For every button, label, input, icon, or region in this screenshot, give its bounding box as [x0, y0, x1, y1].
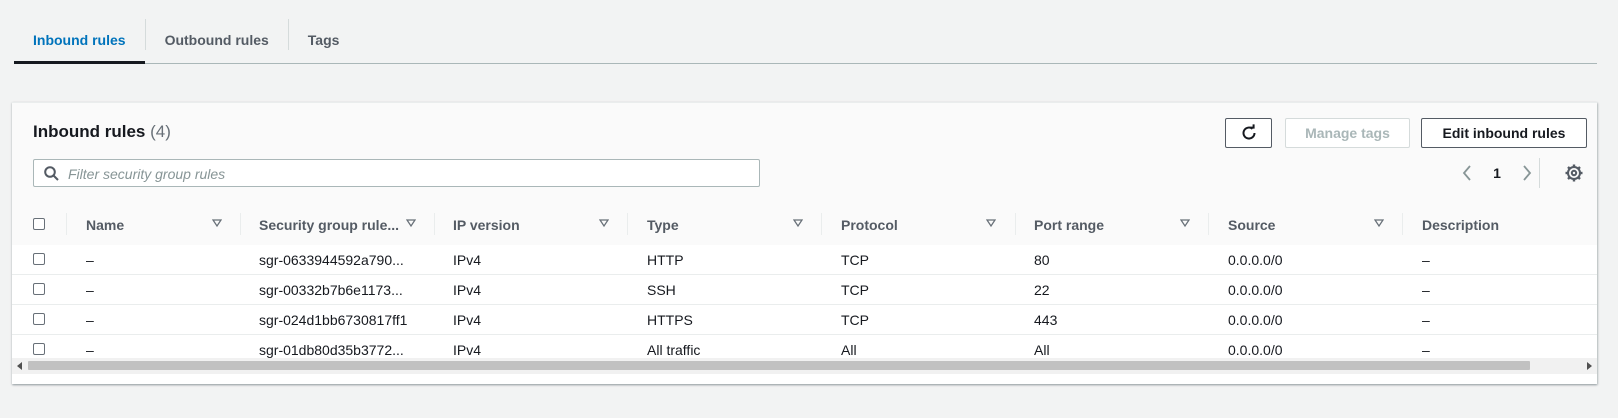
column-header-protocol[interactable]: Protocol	[841, 204, 898, 245]
column-header-name[interactable]: Name	[86, 204, 124, 245]
row-checkbox[interactable]	[33, 253, 45, 265]
column-header-description[interactable]: Description	[1422, 204, 1499, 245]
column-divider	[627, 213, 628, 235]
scroll-right-button[interactable]	[1581, 358, 1597, 374]
gear-icon[interactable]	[1565, 164, 1583, 182]
cell-description: –	[1422, 281, 1430, 298]
table-row[interactable]: – sgr-00332b7b6e1173... IPv4 SSH TCP 22 …	[12, 275, 1597, 305]
refresh-icon	[1242, 124, 1256, 140]
cell-type: SSH	[647, 281, 676, 298]
column-header-port-range[interactable]: Port range	[1034, 204, 1104, 245]
cell-description: –	[1422, 251, 1430, 268]
cell-protocol: TCP	[841, 251, 869, 268]
column-header-ip-version[interactable]: IP version	[453, 204, 520, 245]
column-divider	[434, 213, 435, 235]
cell-name: –	[86, 281, 94, 298]
sort-icon[interactable]	[793, 218, 803, 228]
cell-name: –	[86, 251, 94, 268]
column-divider	[1015, 213, 1016, 235]
sort-icon[interactable]	[599, 218, 609, 228]
triangle-right-icon	[1587, 362, 1592, 370]
current-page[interactable]: 1	[1479, 165, 1515, 181]
select-all-checkbox[interactable]	[33, 218, 45, 230]
column-divider	[240, 213, 241, 235]
chevron-left-icon	[1462, 165, 1471, 181]
manage-tags-button[interactable]: Manage tags	[1285, 118, 1410, 148]
table-row[interactable]: – sgr-024d1bb6730817ff1 IPv4 HTTPS TCP 4…	[12, 305, 1597, 335]
previous-page-button[interactable]	[1455, 161, 1479, 185]
next-page-button[interactable]	[1515, 161, 1539, 185]
edit-inbound-rules-button[interactable]: Edit inbound rules	[1421, 118, 1587, 148]
tab-outbound-rules[interactable]: Outbound rules	[146, 16, 288, 63]
tab-inbound-rules[interactable]: Inbound rules	[14, 16, 145, 64]
cell-rule-id: sgr-024d1bb6730817ff1	[259, 311, 408, 328]
table-header: Name Security group rule... IP version T…	[12, 204, 1597, 246]
chevron-right-icon	[1523, 165, 1532, 181]
pagination-divider	[1539, 158, 1540, 188]
cell-protocol: TCP	[841, 281, 869, 298]
cell-name: –	[86, 311, 94, 328]
pagination: 1	[1455, 161, 1539, 185]
scroll-left-button[interactable]	[12, 358, 28, 374]
tab-tags[interactable]: Tags	[289, 16, 359, 63]
cell-port-range: 22	[1034, 281, 1050, 298]
cell-protocol: TCP	[841, 311, 869, 328]
panel-title: Inbound rules (4)	[33, 122, 171, 142]
cell-ip-version: IPv4	[453, 281, 482, 298]
cell-source: 0.0.0.0/0	[1228, 311, 1283, 328]
sort-icon[interactable]	[212, 218, 222, 228]
row-checkbox[interactable]	[33, 283, 45, 295]
column-divider	[66, 213, 67, 235]
cell-ip-version: IPv4	[453, 311, 482, 328]
cell-description: –	[1422, 311, 1430, 328]
row-checkbox[interactable]	[33, 343, 45, 355]
cell-port-range: 443	[1034, 311, 1058, 328]
column-header-type[interactable]: Type	[647, 204, 679, 245]
horizontal-scrollbar[interactable]	[12, 358, 1597, 374]
cell-type: HTTPS	[647, 311, 693, 328]
panel-title-text: Inbound rules	[33, 122, 146, 141]
cell-ip-version: IPv4	[453, 251, 482, 268]
cell-port-range: 80	[1034, 251, 1050, 268]
cell-source: 0.0.0.0/0	[1228, 281, 1283, 298]
sort-icon[interactable]	[1180, 218, 1190, 228]
triangle-left-icon	[17, 362, 22, 370]
column-divider	[821, 213, 822, 235]
column-header-rule-id[interactable]: Security group rule...	[259, 204, 399, 245]
column-header-source[interactable]: Source	[1228, 204, 1275, 245]
search-field[interactable]	[33, 159, 760, 187]
row-checkbox[interactable]	[33, 313, 45, 325]
cell-rule-id: sgr-0633944592a790...	[259, 251, 404, 268]
tab-bar: Inbound rules Outbound rules Tags	[14, 16, 1597, 64]
inbound-rules-panel: Inbound rules (4) Manage tags Edit inbou…	[12, 102, 1597, 384]
rule-count: (4)	[150, 122, 171, 141]
search-input[interactable]	[66, 163, 750, 185]
refresh-button[interactable]	[1225, 118, 1272, 148]
sort-icon[interactable]	[406, 218, 416, 228]
panel-header: Inbound rules (4) Manage tags Edit inbou…	[12, 103, 1597, 205]
sort-icon[interactable]	[1374, 218, 1384, 228]
table-row[interactable]: – sgr-0633944592a790... IPv4 HTTP TCP 80…	[12, 245, 1597, 275]
cell-source: 0.0.0.0/0	[1228, 251, 1283, 268]
column-divider	[1208, 213, 1209, 235]
sort-icon[interactable]	[986, 218, 996, 228]
cell-rule-id: sgr-00332b7b6e1173...	[259, 281, 403, 298]
scrollbar-thumb[interactable]	[28, 361, 1530, 370]
search-icon	[44, 166, 59, 181]
column-divider	[1402, 213, 1403, 235]
cell-type: HTTP	[647, 251, 684, 268]
